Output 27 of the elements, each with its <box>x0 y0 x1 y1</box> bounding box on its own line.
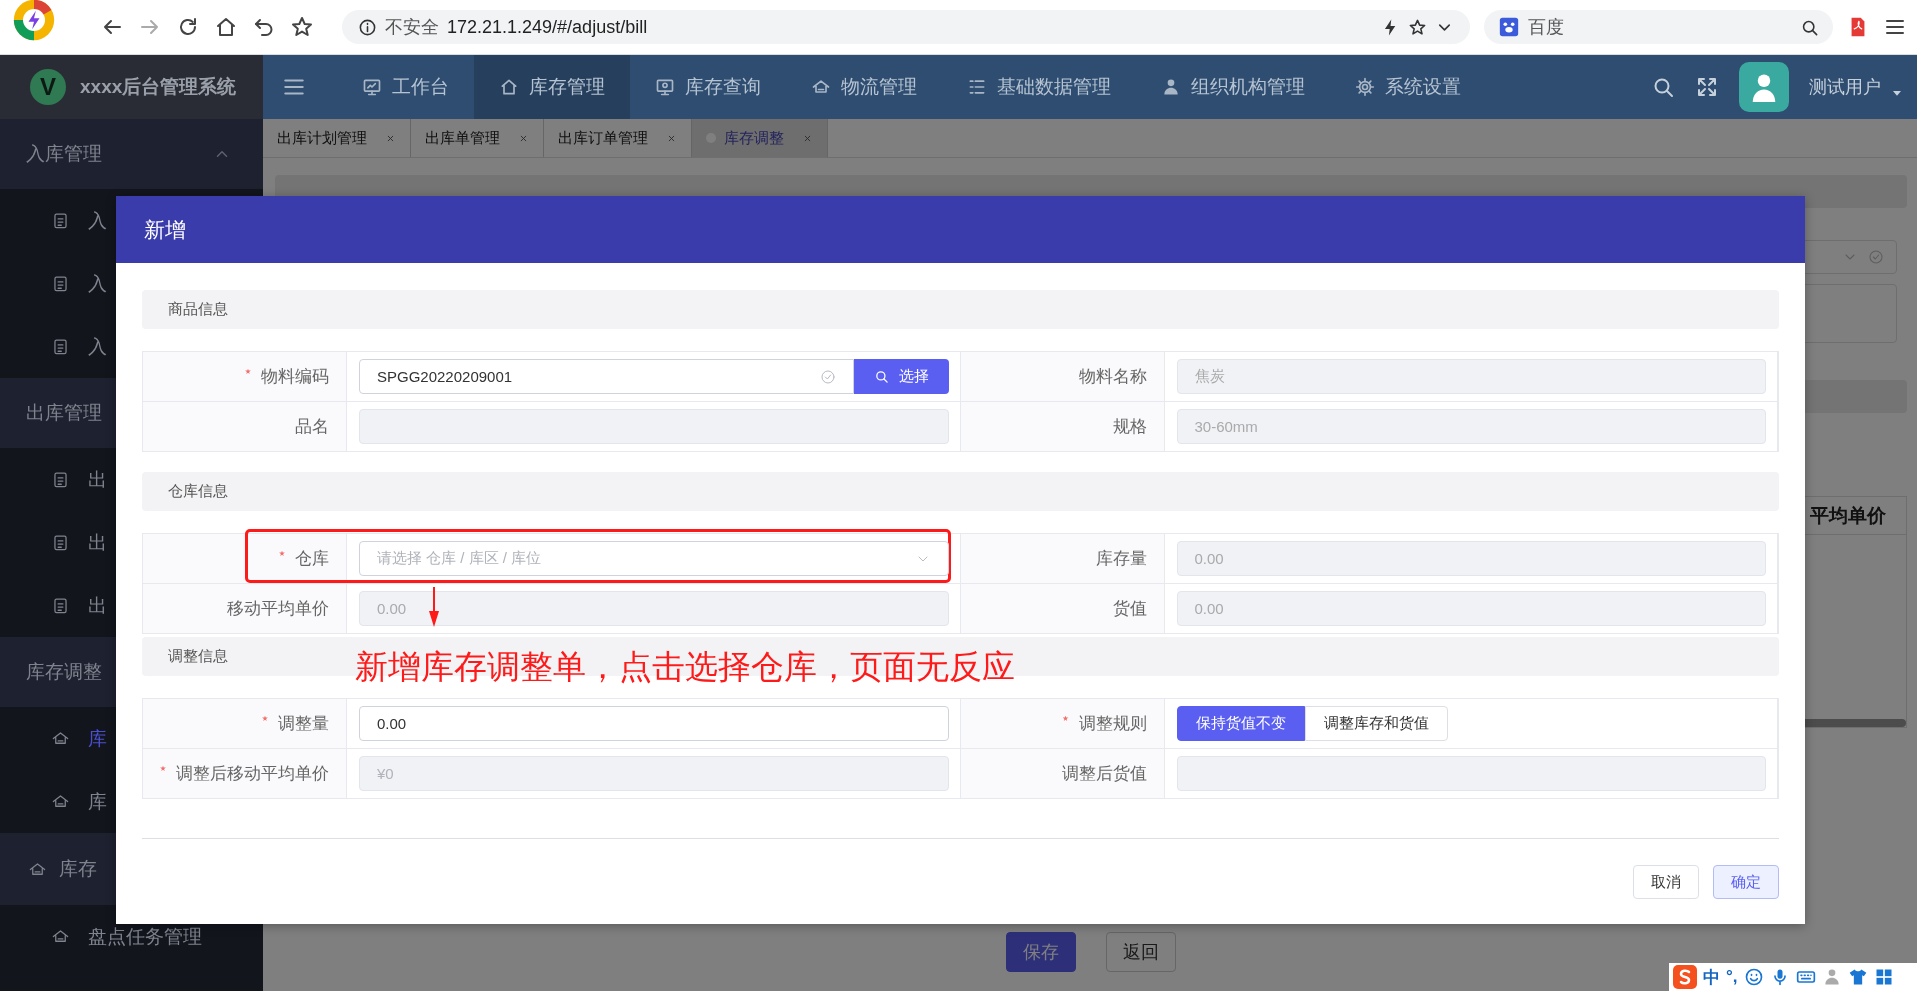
group-label: 库存 <box>59 857 97 881</box>
group-label: 出库管理 <box>26 401 102 425</box>
section-title: 调整信息 <box>168 647 228 666</box>
field-label: 调整后货值 <box>1061 763 1147 785</box>
field-label: 规格 <box>1112 416 1147 438</box>
field-label: 移动平均单价 <box>227 598 329 620</box>
field-label: 调整后移动平均单价 <box>160 762 329 785</box>
annotation-text: 新增库存调整单，点击选择仓库，页面无反应 <box>355 647 1015 687</box>
section-title: 仓库信息 <box>168 482 228 501</box>
url-text: 172.21.1.249/#/adjust/bill <box>447 16 648 38</box>
logo: V <box>30 69 66 105</box>
group-label: 库存调整 <box>26 660 102 684</box>
security-label: 不安全 <box>385 16 439 39</box>
section-title: 商品信息 <box>168 300 228 319</box>
field-label: 调整规则 <box>1062 712 1147 735</box>
field-label: 物料编码 <box>245 365 329 388</box>
field-label: 物料名称 <box>1078 366 1147 388</box>
column-header: 平均单价 <box>1810 503 1886 528</box>
search-placeholder: 百度 <box>1528 16 1564 39</box>
field-label: 库存量 <box>1095 548 1147 570</box>
group-label: 入库管理 <box>26 142 102 166</box>
field-label: 调整量 <box>262 712 329 735</box>
app-title: xxxx后台管理系统 <box>80 75 237 99</box>
dialog-title: 新增 <box>144 216 186 243</box>
field-label: 仓库 <box>279 547 329 570</box>
field-label: 货值 <box>1112 598 1147 620</box>
field-label: 品名 <box>295 416 329 438</box>
